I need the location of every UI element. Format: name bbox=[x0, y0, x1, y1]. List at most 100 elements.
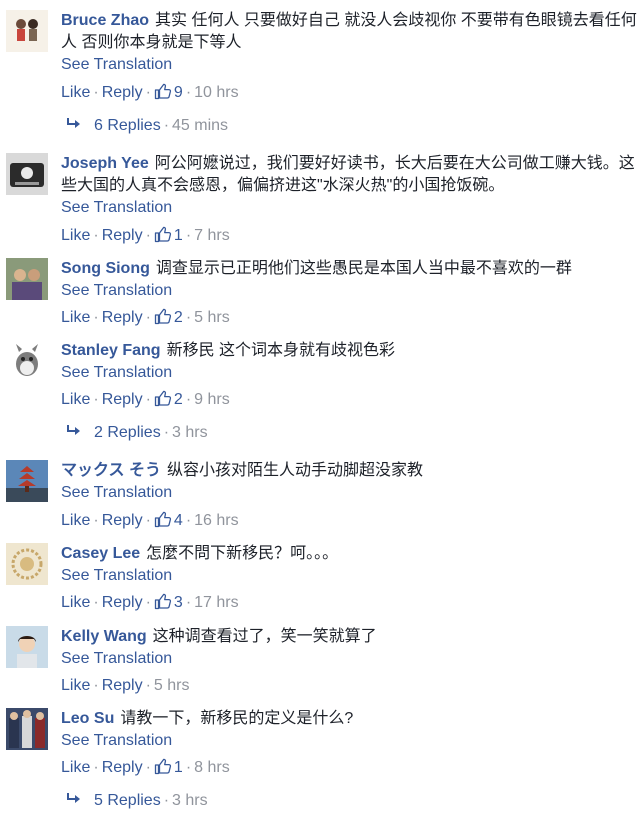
reply-arrow-icon bbox=[66, 423, 82, 437]
separator-dot: · bbox=[145, 677, 151, 694]
comment-message: 请教一下，新移民的定义是什么? bbox=[120, 710, 354, 727]
separator-dot: · bbox=[145, 84, 151, 101]
thumbs-up-icon[interactable] bbox=[154, 757, 172, 775]
like-button[interactable]: Like bbox=[61, 309, 90, 326]
like-button[interactable]: Like bbox=[61, 227, 90, 244]
avatar[interactable] bbox=[6, 626, 48, 668]
see-translation-link[interactable]: See Translation bbox=[61, 362, 638, 384]
reply-arrow-icon bbox=[66, 791, 82, 805]
comment-body: Song Siong 调查显示已正明他们这些愚民是本国人当中最不喜欢的一群 See… bbox=[61, 258, 638, 302]
comment-timestamp[interactable]: 7 hrs bbox=[194, 227, 230, 244]
comment-text-block: Kelly Wang 这种调查看过了，笑一笑就算了 bbox=[61, 626, 638, 648]
replies-count-link[interactable]: 2 Replies bbox=[94, 424, 161, 441]
replies-timestamp[interactable]: 3 hrs bbox=[172, 424, 208, 441]
separator-dot: · bbox=[145, 227, 151, 244]
comment-timestamp[interactable]: 10 hrs bbox=[194, 84, 238, 101]
separator-dot: · bbox=[163, 792, 170, 809]
comment-timestamp[interactable]: 16 hrs bbox=[194, 512, 238, 529]
comment-message: 新移民 这个词本身就有歧视色彩 bbox=[166, 342, 396, 359]
separator-dot: · bbox=[93, 677, 99, 694]
comment-actions: Like · Reply · 1 · 8 hrs bbox=[61, 757, 230, 779]
comment-actions: Like · Reply · 5 hrs bbox=[61, 675, 190, 697]
separator-dot: · bbox=[93, 227, 99, 244]
reply-button[interactable]: Reply bbox=[102, 227, 143, 244]
separator-dot: · bbox=[145, 759, 151, 776]
like-count[interactable]: 4 bbox=[174, 512, 183, 529]
separator-dot: · bbox=[145, 309, 151, 326]
comment-author[interactable]: Bruce Zhao bbox=[61, 12, 149, 29]
replies-timestamp[interactable]: 45 mins bbox=[172, 117, 228, 134]
comment-author[interactable]: Joseph Yee bbox=[61, 155, 149, 172]
thumbs-up-icon[interactable] bbox=[154, 307, 172, 325]
avatar[interactable] bbox=[6, 153, 48, 195]
comment-author[interactable]: Leo Su bbox=[61, 710, 114, 727]
thumbs-up-icon[interactable] bbox=[154, 82, 172, 100]
comment-body: Joseph Yee 阿公阿嬷说过，我们要好好读书，长大后要在大公司做工赚大钱。这… bbox=[61, 153, 638, 219]
comment-author[interactable]: Casey Lee bbox=[61, 545, 140, 562]
comment-timestamp[interactable]: 9 hrs bbox=[194, 391, 230, 408]
comment-timestamp[interactable]: 5 hrs bbox=[154, 677, 190, 694]
reply-button[interactable]: Reply bbox=[102, 677, 143, 694]
comment-actions: Like · Reply · 2 · 5 hrs bbox=[61, 307, 230, 329]
comment-actions: Like · Reply · 3 · 17 hrs bbox=[61, 592, 239, 614]
comment-author[interactable]: マックス そう bbox=[61, 462, 161, 479]
like-count[interactable]: 9 bbox=[174, 84, 183, 101]
separator-dot: · bbox=[163, 117, 170, 134]
separator-dot: · bbox=[93, 759, 99, 776]
avatar[interactable] bbox=[6, 708, 48, 750]
replies-count-link[interactable]: 5 Replies bbox=[94, 792, 161, 809]
comment-author[interactable]: Stanley Fang bbox=[61, 342, 161, 359]
view-replies[interactable]: 6 Replies · 45 mins bbox=[66, 115, 228, 137]
like-button[interactable]: Like bbox=[61, 759, 90, 776]
like-count[interactable]: 2 bbox=[174, 391, 183, 408]
like-count[interactable]: 1 bbox=[174, 227, 183, 244]
separator-dot: · bbox=[185, 309, 192, 326]
reply-button[interactable]: Reply bbox=[102, 309, 143, 326]
reply-button[interactable]: Reply bbox=[102, 84, 143, 101]
like-count[interactable]: 3 bbox=[174, 594, 183, 611]
reply-button[interactable]: Reply bbox=[102, 594, 143, 611]
comment-timestamp[interactable]: 5 hrs bbox=[194, 309, 230, 326]
comment-timestamp[interactable]: 8 hrs bbox=[194, 759, 230, 776]
view-replies[interactable]: 2 Replies · 3 hrs bbox=[66, 422, 208, 444]
reply-button[interactable]: Reply bbox=[102, 512, 143, 529]
like-count[interactable]: 2 bbox=[174, 309, 183, 326]
comment-timestamp[interactable]: 17 hrs bbox=[194, 594, 238, 611]
separator-dot: · bbox=[185, 512, 192, 529]
replies-count-link[interactable]: 6 Replies bbox=[94, 117, 161, 134]
view-replies[interactable]: 5 Replies · 3 hrs bbox=[66, 790, 208, 812]
thumbs-up-icon[interactable] bbox=[154, 592, 172, 610]
separator-dot: · bbox=[93, 594, 99, 611]
avatar[interactable] bbox=[6, 460, 48, 502]
replies-timestamp[interactable]: 3 hrs bbox=[172, 792, 208, 809]
thumbs-up-icon[interactable] bbox=[154, 225, 172, 243]
avatar[interactable] bbox=[6, 543, 48, 585]
like-button[interactable]: Like bbox=[61, 391, 90, 408]
separator-dot: · bbox=[93, 309, 99, 326]
avatar[interactable] bbox=[6, 10, 48, 52]
comment-author[interactable]: Kelly Wang bbox=[61, 628, 147, 645]
see-translation-link[interactable]: See Translation bbox=[61, 648, 638, 670]
like-button[interactable]: Like bbox=[61, 84, 90, 101]
see-translation-link[interactable]: See Translation bbox=[61, 54, 638, 76]
see-translation-link[interactable]: See Translation bbox=[61, 197, 638, 219]
reply-button[interactable]: Reply bbox=[102, 759, 143, 776]
comment-actions: Like · Reply · 1 · 7 hrs bbox=[61, 225, 230, 247]
like-button[interactable]: Like bbox=[61, 594, 90, 611]
see-translation-link[interactable]: See Translation bbox=[61, 565, 638, 587]
thumbs-up-icon[interactable] bbox=[154, 510, 172, 528]
reply-button[interactable]: Reply bbox=[102, 391, 143, 408]
avatar[interactable] bbox=[6, 258, 48, 300]
see-translation-link[interactable]: See Translation bbox=[61, 482, 638, 504]
comment-body: Kelly Wang 这种调查看过了，笑一笑就算了 See Translation bbox=[61, 626, 638, 670]
comment-author[interactable]: Song Siong bbox=[61, 260, 150, 277]
like-button[interactable]: Like bbox=[61, 677, 90, 694]
like-button[interactable]: Like bbox=[61, 512, 90, 529]
avatar[interactable] bbox=[6, 340, 48, 382]
comment-text-block: Song Siong 调查显示已正明他们这些愚民是本国人当中最不喜欢的一群 bbox=[61, 258, 638, 280]
see-translation-link[interactable]: See Translation bbox=[61, 730, 638, 752]
thumbs-up-icon[interactable] bbox=[154, 389, 172, 407]
comment-text-block: Stanley Fang 新移民 这个词本身就有歧视色彩 bbox=[61, 340, 638, 362]
see-translation-link[interactable]: See Translation bbox=[61, 280, 638, 302]
like-count[interactable]: 1 bbox=[174, 759, 183, 776]
